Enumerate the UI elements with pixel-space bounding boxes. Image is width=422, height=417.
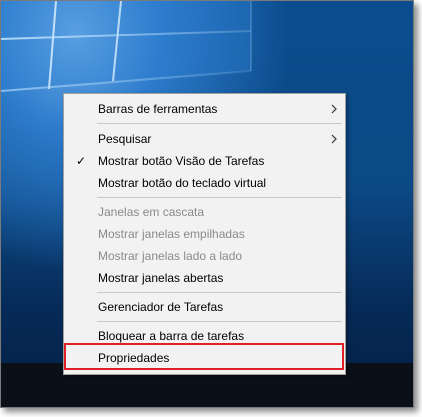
menu-item-label: Mostrar botão Visão de Tarefas — [98, 154, 265, 168]
checkmark-icon: ✓ — [75, 154, 87, 168]
menu-item-label: Pesquisar — [98, 132, 152, 146]
menu-item-search[interactable]: Pesquisar — [64, 128, 345, 150]
menu-separator — [97, 123, 342, 124]
menu-separator — [97, 197, 342, 198]
menu-item-task-manager[interactable]: Gerenciador de Tarefas — [64, 296, 345, 318]
menu-item-stacked-windows: Mostrar janelas empilhadas — [64, 223, 345, 245]
menu-item-label: Mostrar botão do teclado virtual — [98, 176, 267, 190]
menu-item-cascade-windows: Janelas em cascata — [64, 201, 345, 223]
menu-item-side-by-side-windows: Mostrar janelas lado a lado — [64, 245, 345, 267]
menu-item-label: Bloquear a barra de tarefas — [98, 329, 245, 343]
menu-item-show-touch-keyboard-button[interactable]: Mostrar botão do teclado virtual — [64, 172, 345, 194]
menu-item-label: Mostrar janelas lado a lado — [98, 249, 243, 263]
menu-separator — [97, 292, 342, 293]
menu-item-toolbars[interactable]: Barras de ferramentas — [64, 98, 345, 120]
properties-highlight-box — [64, 343, 344, 370]
menu-item-label: Barras de ferramentas — [98, 102, 218, 116]
menu-item-label: Janelas em cascata — [98, 205, 205, 219]
menu-item-show-open-windows[interactable]: Mostrar janelas abertas — [64, 267, 345, 289]
screenshot-frame: Barras de ferramentas Pesquisar ✓ Mostra… — [0, 0, 414, 408]
taskbar-context-menu: Barras de ferramentas Pesquisar ✓ Mostra… — [63, 93, 346, 375]
menu-item-show-task-view-button[interactable]: ✓ Mostrar botão Visão de Tarefas — [64, 150, 345, 172]
menu-item-label: Mostrar janelas abertas — [98, 271, 224, 285]
menu-separator — [97, 321, 342, 322]
chevron-right-icon — [331, 134, 337, 144]
menu-item-label: Gerenciador de Tarefas — [98, 300, 224, 314]
chevron-right-icon — [331, 104, 337, 114]
menu-item-label: Mostrar janelas empilhadas — [98, 227, 245, 241]
